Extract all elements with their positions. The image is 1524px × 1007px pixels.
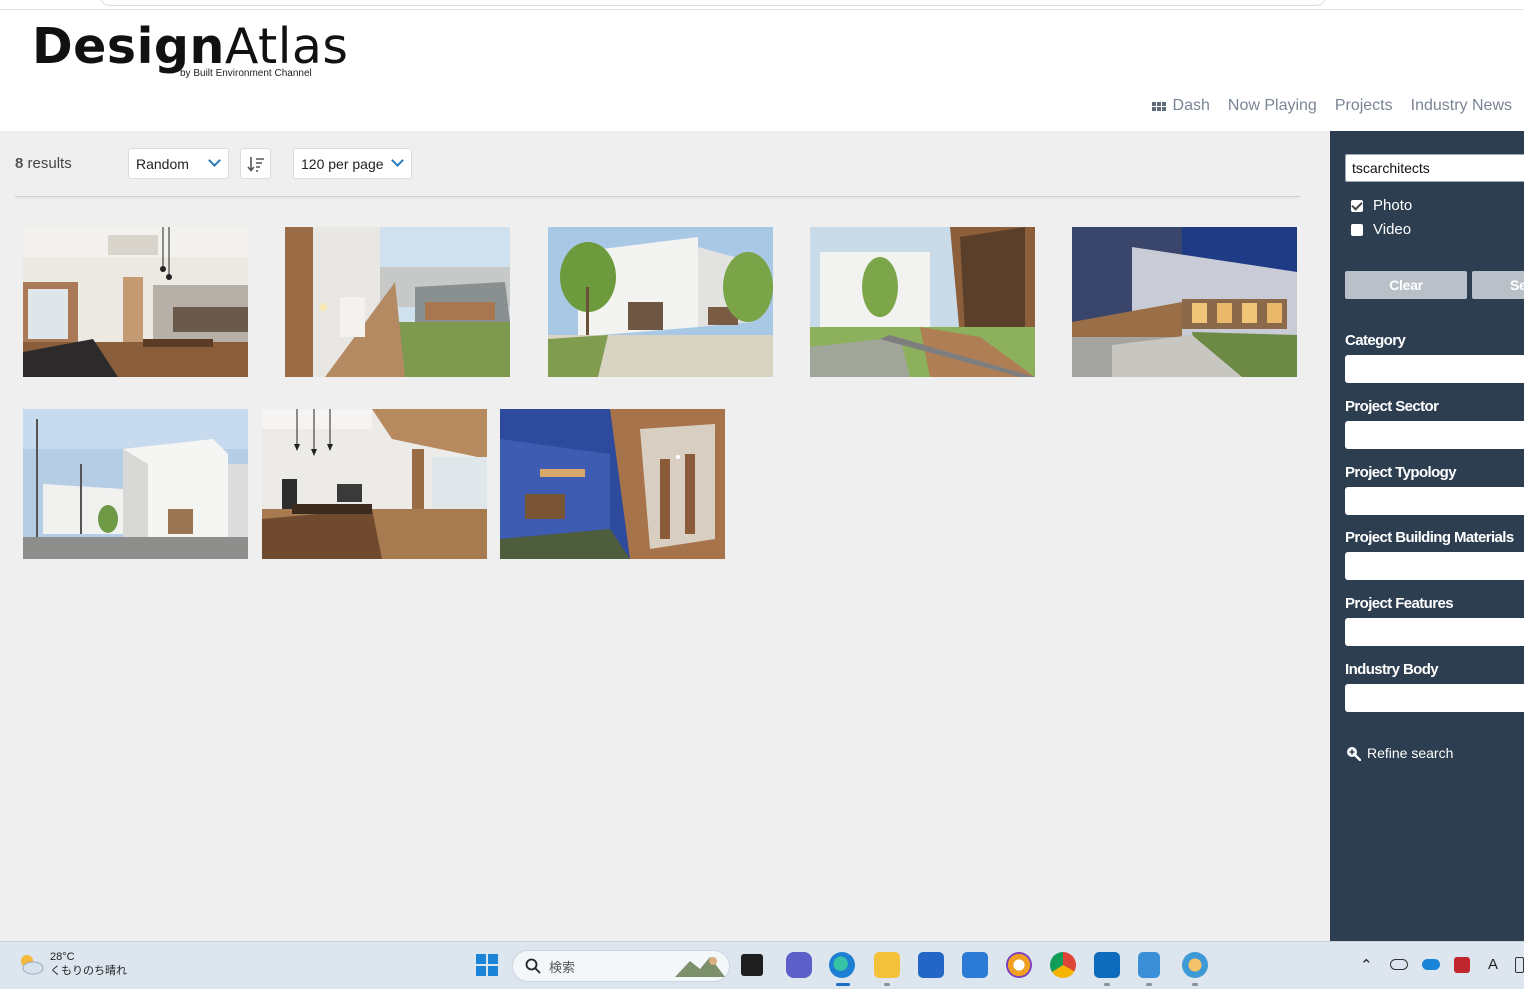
teams-chat-icon[interactable] xyxy=(786,952,812,978)
weather-description: くもりのち晴れ xyxy=(50,965,127,977)
keyword-search-input[interactable]: tscarchitects xyxy=(1345,154,1524,182)
results-count: 8 results xyxy=(15,155,72,172)
edge-browser-icon[interactable] xyxy=(829,952,855,978)
site-header: DesignAtlas by Built Environment Channel… xyxy=(0,10,1524,131)
result-thumbnail[interactable] xyxy=(23,409,248,559)
file-explorer-icon[interactable] xyxy=(874,952,900,978)
search-plus-icon xyxy=(1347,746,1361,761)
taskbar-search-box[interactable]: 検索 xyxy=(512,950,730,982)
grid-icon xyxy=(1151,101,1166,111)
ime-mode-icon[interactable]: A xyxy=(1488,956,1498,973)
industry-body-field[interactable] xyxy=(1345,684,1524,712)
nav-now-playing[interactable]: Now Playing xyxy=(1228,97,1317,115)
filter-label-building-materials: Project Building Materials xyxy=(1345,529,1514,546)
app-indicator xyxy=(1146,983,1152,986)
results-number: 8 xyxy=(15,155,24,172)
result-thumbnail[interactable] xyxy=(548,227,773,377)
result-thumbnail[interactable] xyxy=(23,227,248,377)
search-button[interactable]: Se xyxy=(1472,271,1524,299)
notepad-icon[interactable] xyxy=(1138,952,1160,978)
chevron-up-icon[interactable]: ⌃ xyxy=(1360,956,1373,974)
address-bar-edge xyxy=(100,0,1326,6)
sort-select-value: Random xyxy=(136,155,189,172)
per-page-value: 120 per page xyxy=(301,155,384,172)
project-typology-field[interactable] xyxy=(1345,487,1524,515)
per-page-select[interactable]: 120 per page xyxy=(293,148,412,179)
project-features-field[interactable] xyxy=(1345,618,1524,646)
filter-video[interactable]: Video xyxy=(1351,221,1411,238)
project-sector-field[interactable] xyxy=(1345,421,1524,449)
result-thumbnail[interactable] xyxy=(285,227,510,377)
sort-select[interactable]: Random xyxy=(128,148,229,179)
outlook-icon[interactable] xyxy=(1094,952,1120,978)
chrome-icon[interactable] xyxy=(1050,952,1076,978)
brave-like-icon[interactable] xyxy=(1006,952,1032,978)
photos-app-icon[interactable] xyxy=(1182,952,1208,978)
filter-label-project-typology: Project Typology xyxy=(1345,464,1457,481)
nav-dash[interactable]: Dash xyxy=(1151,97,1210,115)
onedrive-icon[interactable] xyxy=(1422,959,1440,970)
filter-label-category: Category xyxy=(1345,332,1406,349)
result-thumbnail[interactable] xyxy=(1072,227,1297,377)
sort-direction-button[interactable] xyxy=(240,148,271,179)
cloud-sun-icon xyxy=(21,955,44,975)
video-label: Video xyxy=(1373,221,1412,238)
logo-brand-light: Atlas xyxy=(224,18,349,75)
screen-bottom-edge xyxy=(0,989,1524,1007)
chevron-down-icon xyxy=(208,154,221,167)
results-toolbar: 8 results Random 120 per page xyxy=(15,148,1300,179)
windows-start-icon[interactable] xyxy=(474,952,500,978)
clear-button[interactable]: Clear xyxy=(1345,271,1467,299)
mail-icon[interactable] xyxy=(962,952,988,978)
app-indicator xyxy=(884,983,890,986)
app-indicator xyxy=(1192,983,1198,986)
weather-widget[interactable]: 28°C くもりのち晴れ xyxy=(18,950,127,978)
refine-search-link[interactable]: Refine search xyxy=(1346,745,1453,761)
search-icon xyxy=(525,958,541,974)
logo-brand-bold: Design xyxy=(32,18,225,75)
refine-search-label: Refine search xyxy=(1367,745,1454,761)
photo-label: Photo xyxy=(1373,197,1413,214)
tray-app-icon[interactable] xyxy=(1454,957,1470,973)
nav-industry-news[interactable]: Industry News xyxy=(1411,97,1512,115)
app-indicator xyxy=(1104,983,1110,986)
main-nav: Dash Now Playing Projects Industry News xyxy=(1151,97,1512,115)
results-area: 8 results Random 120 per page xyxy=(0,131,1330,941)
onedrive-outline-icon[interactable] xyxy=(1390,959,1408,970)
search-highlight-icon xyxy=(675,957,725,977)
toolbar-divider xyxy=(15,196,1300,197)
browser-strip xyxy=(0,0,1524,10)
result-thumbnail[interactable] xyxy=(500,409,725,559)
display-icon[interactable] xyxy=(1515,957,1524,973)
video-checkbox[interactable] xyxy=(1351,223,1363,236)
chevron-down-icon xyxy=(391,154,404,167)
category-field[interactable] xyxy=(1345,355,1524,383)
photo-checkbox[interactable] xyxy=(1351,199,1363,212)
windows-taskbar: 28°C くもりのち晴れ 検索 ⌃ A xyxy=(0,941,1524,989)
filter-label-project-sector: Project Sector xyxy=(1345,398,1439,415)
filter-photo[interactable]: Photo xyxy=(1351,197,1412,214)
results-label: results xyxy=(27,155,72,172)
taskbar-search-placeholder: 検索 xyxy=(549,959,576,975)
microsoft-store-icon[interactable] xyxy=(918,952,944,978)
site-logo[interactable]: DesignAtlas by Built Environment Channel xyxy=(32,22,348,80)
sort-descending-icon xyxy=(246,156,264,172)
nav-projects[interactable]: Projects xyxy=(1335,97,1393,115)
weather-temperature: 28°C xyxy=(50,951,75,963)
nav-dash-label: Dash xyxy=(1172,97,1210,114)
result-thumbnail[interactable] xyxy=(810,227,1035,377)
result-thumbnail[interactable] xyxy=(262,409,487,559)
logo-tagline: by Built Environment Channel xyxy=(180,68,312,79)
filter-sidebar: tscarchitects Photo Video Clear Se Categ… xyxy=(1330,131,1524,941)
filter-label-project-features: Project Features xyxy=(1345,595,1454,612)
task-view-icon[interactable] xyxy=(741,954,763,976)
filter-label-industry-body: Industry Body xyxy=(1345,661,1439,678)
building-materials-field[interactable] xyxy=(1345,552,1524,580)
active-app-indicator xyxy=(836,983,850,986)
